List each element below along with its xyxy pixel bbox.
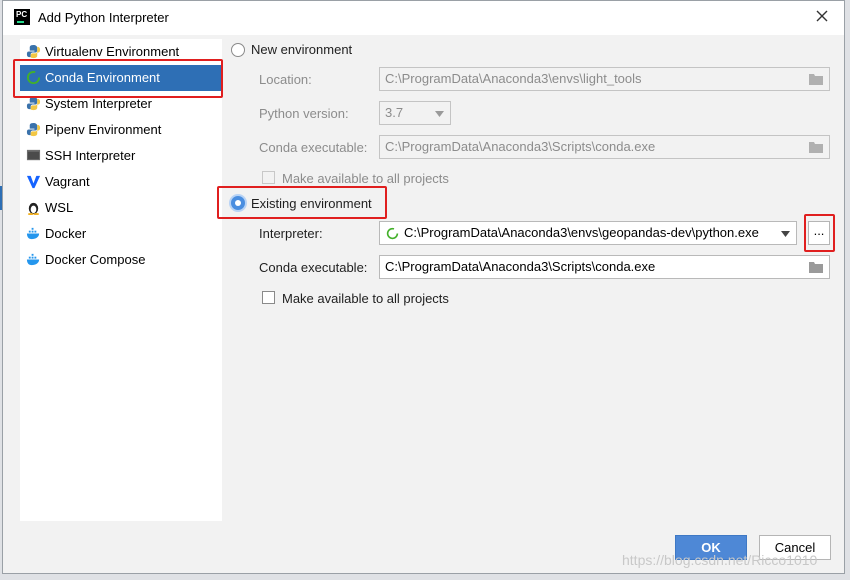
location-field: C:\ProgramData\Anaconda3\envs\light_tool… [379,67,830,91]
sidebar-item-label: WSL [45,200,74,215]
folder-icon [809,142,823,153]
python-version-value: 3.7 [385,105,404,120]
interpreter-type-list: Virtualenv Environment Conda Environment… [20,39,222,521]
highlight-browse-button [804,214,835,252]
pycharm-icon: PC [14,9,30,25]
docker-icon [26,227,40,240]
sidebar-item-label: Vagrant [45,174,90,189]
watermark: https://blog.csdn.net/Ricco1010 [622,552,818,568]
location-value: C:\ProgramData\Anaconda3\envs\light_tool… [385,71,642,86]
sidebar-item-label: Pipenv Environment [45,122,162,137]
sidebar-item-label: Docker [45,226,87,241]
new-conda-exec-label: Conda executable: [259,140,368,155]
folder-icon[interactable] [809,261,823,273]
docker-icon [26,253,40,266]
interpreter-label: Interpreter: [259,226,323,241]
sidebar-item-label: Docker Compose [45,252,146,267]
ssh-icon [26,149,41,161]
new-environment-label: New environment [251,42,353,57]
folder-icon [809,74,823,85]
add-interpreter-dialog: PC Add Python Interpreter Virtualenv Env… [2,0,845,574]
vagrant-icon [26,175,41,189]
conda-icon [386,227,399,240]
highlight-conda [13,59,223,98]
title-bar: PC Add Python Interpreter [3,1,844,35]
close-icon[interactable] [814,8,830,24]
sidebar-item-wsl[interactable]: WSL [20,195,222,221]
new-conda-exec-field: C:\ProgramData\Anaconda3\Scripts\conda.e… [379,135,830,159]
highlight-existing-environment [217,186,387,219]
chevron-down-icon[interactable] [781,231,790,237]
existing-make-available-checkbox[interactable] [262,291,275,304]
python-version-select: 3.7 [379,101,451,125]
new-environment-radio[interactable] [231,43,245,57]
sidebar-item-docker-compose[interactable]: Docker Compose [20,247,222,273]
existing-conda-exec-label: Conda executable: [259,260,368,275]
sidebar-item-docker[interactable]: Docker [20,221,222,247]
sidebar-item-pipenv[interactable]: Pipenv Environment [20,117,222,143]
sidebar-item-vagrant[interactable]: Vagrant [20,169,222,195]
chevron-down-icon [435,111,444,117]
linux-icon [27,202,40,215]
sidebar-item-label: System Interpreter [45,96,152,111]
existing-make-available-label: Make available to all projects [282,291,449,306]
interpreter-value: C:\ProgramData\Anaconda3\envs\geopandas-… [404,225,759,240]
interpreter-select[interactable]: C:\ProgramData\Anaconda3\envs\geopandas-… [379,221,797,245]
dialog-title: Add Python Interpreter [38,10,169,25]
python-icon [26,122,41,137]
python-version-label: Python version: [259,106,349,121]
sidebar-item-label: Virtualenv Environment [45,44,180,59]
sidebar-item-label: SSH Interpreter [45,148,136,163]
existing-conda-exec-field[interactable]: C:\ProgramData\Anaconda3\Scripts\conda.e… [379,255,830,279]
new-make-available-checkbox [262,171,275,184]
new-make-available-label: Make available to all projects [282,171,449,186]
python-icon [26,96,41,111]
existing-conda-exec-value: C:\ProgramData\Anaconda3\Scripts\conda.e… [385,259,656,274]
sidebar-item-ssh[interactable]: SSH Interpreter [20,143,222,169]
app-icon-text: PC [16,10,28,19]
location-label: Location: [259,72,312,87]
new-conda-exec-value: C:\ProgramData\Anaconda3\Scripts\conda.e… [385,139,656,154]
python-icon [26,44,41,59]
